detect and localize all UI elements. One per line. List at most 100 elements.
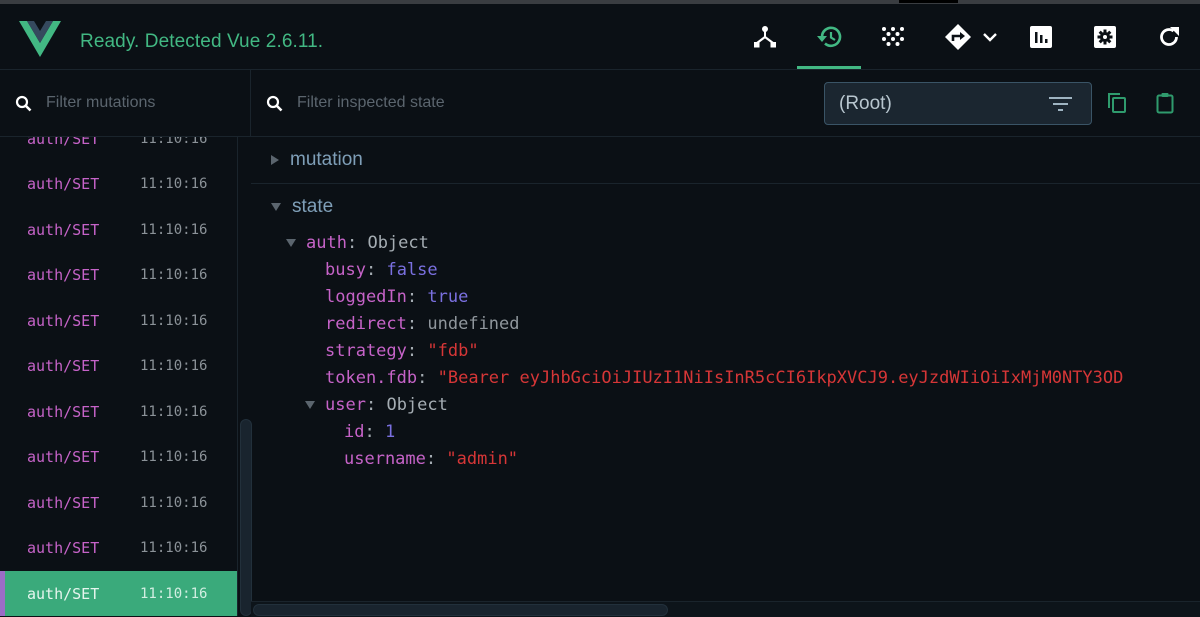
- module-select[interactable]: (Root): [824, 82, 1092, 125]
- mutation-time: 11:10:16: [140, 449, 208, 465]
- mutation-name: auth/SET: [27, 584, 100, 603]
- events-dots-icon: [882, 26, 904, 46]
- value: 1: [384, 422, 396, 442]
- module-select-value: (Root): [839, 92, 892, 114]
- colon: :: [365, 260, 377, 280]
- key: user: [325, 395, 366, 415]
- mutation-name: auth/SET: [27, 357, 100, 375]
- caret-down-icon: [271, 203, 281, 211]
- scrollbar-thumb[interactable]: [253, 604, 668, 616]
- copy-state-button[interactable]: [1107, 92, 1127, 119]
- tree-prop-id[interactable]: id: 1: [344, 419, 395, 446]
- status-text: Ready. Detected Vue 2.6.11.: [80, 31, 324, 52]
- tree-prop-username[interactable]: username: "admin": [344, 446, 518, 473]
- mutation-row[interactable]: auth/SET 11:10:16: [0, 137, 237, 161]
- vue-logo-icon: [19, 21, 61, 57]
- mutation-name: auth/SET: [27, 175, 100, 193]
- colon: :: [364, 422, 375, 442]
- window-top-strip-handle: [899, 0, 958, 3]
- tree-node-auth[interactable]: auth: Object: [286, 230, 429, 257]
- tree-prop-redirect[interactable]: redirect: undefined: [325, 311, 520, 338]
- mutation-row[interactable]: auth/SET 11:10:16: [0, 298, 237, 343]
- component-tree-icon: [754, 25, 776, 47]
- filter-inspected-state-input[interactable]: [295, 93, 699, 113]
- key: busy: [325, 260, 366, 280]
- route-sign-icon: [945, 23, 971, 50]
- chevron-down-icon: [983, 32, 997, 42]
- mutation-row[interactable]: auth/SET 11:10:16: [0, 344, 237, 389]
- mutation-list: auth/SET 11:10:16 auth/SET 11:10:16 auth/SET…: [0, 137, 237, 616]
- mutations-filter-bar: [0, 70, 250, 137]
- value: undefined: [427, 314, 520, 334]
- value: "admin": [446, 449, 519, 469]
- section-mutation-label: mutation: [290, 149, 363, 170]
- state-inspector-pane: (Root) mutation state auth: Object bu: [251, 70, 1200, 617]
- selected-marker: [0, 571, 5, 616]
- mutation-name: auth/SET: [27, 493, 100, 512]
- tab-routing[interactable]: [935, 4, 1007, 69]
- key: auth: [306, 233, 347, 253]
- filter-list-icon: [1049, 97, 1072, 111]
- key: strategy: [325, 341, 407, 361]
- colon: :: [365, 395, 377, 415]
- tree-prop-loggedin[interactable]: loggedIn: true: [325, 284, 468, 311]
- value: true: [427, 287, 469, 307]
- key: username: [344, 449, 426, 469]
- mutation-name: auth/SET: [27, 137, 100, 148]
- copy-icon: [1108, 93, 1126, 113]
- mutation-row[interactable]: auth/SET 11:10:16: [0, 526, 237, 571]
- mutation-row[interactable]: auth/SET 11:10:16: [0, 253, 237, 298]
- mutation-time: 11:10:16: [140, 176, 208, 192]
- value: false: [386, 260, 438, 280]
- refresh-button[interactable]: [1137, 4, 1200, 69]
- tree-node-user[interactable]: user: Object: [305, 392, 448, 419]
- mutation-time: 11:10:16: [140, 494, 208, 511]
- mutation-row-selected[interactable]: auth/SET 11:10:16: [0, 571, 237, 616]
- mutation-row[interactable]: auth/SET 11:10:16: [0, 207, 237, 252]
- mutation-name: auth/SET: [27, 402, 100, 421]
- tree-prop-token-fdb[interactable]: token.fdb: "Bearer eyJhbGciOiJIUzI1NiIsI…: [325, 365, 1123, 392]
- mutation-row[interactable]: auth/SET 11:10:16: [0, 480, 237, 525]
- inspector-horizontal-scrollbar[interactable]: [251, 601, 1200, 617]
- mutation-row[interactable]: auth/SET 11:10:16: [0, 162, 237, 207]
- colon: :: [425, 449, 437, 469]
- colon: :: [406, 314, 418, 334]
- tab-vuex-history[interactable]: [797, 4, 861, 69]
- paste-state-button[interactable]: [1156, 92, 1174, 119]
- search-icon: [266, 95, 283, 111]
- mutation-name: auth/SET: [27, 220, 100, 239]
- value: "fdb": [427, 341, 479, 361]
- mutation-time: 11:10:16: [140, 540, 208, 556]
- tab-components[interactable]: [733, 4, 797, 69]
- colon: :: [346, 233, 358, 253]
- mutation-time: 11:10:16: [140, 585, 208, 602]
- key: id: [344, 422, 365, 442]
- section-state-label: state: [292, 196, 334, 217]
- key: token.fdb: [325, 368, 418, 388]
- key: redirect: [325, 314, 407, 334]
- mutation-name: auth/SET: [27, 311, 100, 330]
- tab-settings[interactable]: [1073, 4, 1137, 69]
- mutation-row[interactable]: auth/SET 11:10:16: [0, 389, 237, 434]
- caret-right-icon: [271, 155, 279, 165]
- mutation-list-scrollbar[interactable]: [237, 137, 252, 616]
- tab-performance[interactable]: [1009, 4, 1073, 69]
- value: "Bearer eyJhbGciOiJIUzI1NiIsInR5cCI6IkpX…: [437, 368, 1124, 388]
- tab-events[interactable]: [861, 4, 925, 69]
- mutation-time: 11:10:16: [140, 358, 208, 374]
- devtools-header: Ready. Detected Vue 2.6.11.: [0, 4, 1200, 70]
- tree-prop-strategy[interactable]: strategy: "fdb": [325, 338, 479, 365]
- type-label: Object: [386, 395, 448, 415]
- mutations-pane: auth/SET 11:10:16 auth/SET 11:10:16 auth/SET…: [0, 70, 252, 616]
- history-icon: [817, 26, 842, 47]
- section-state[interactable]: state: [251, 184, 1200, 230]
- type-label: Object: [367, 233, 429, 253]
- mutation-row[interactable]: auth/SET 11:10:16: [0, 435, 237, 480]
- caret-down-icon: [286, 239, 296, 247]
- mutation-time: 11:10:16: [140, 312, 208, 329]
- tree-prop-busy[interactable]: busy: false: [325, 257, 438, 284]
- filter-mutations-input[interactable]: [44, 93, 228, 113]
- colon: :: [417, 368, 428, 388]
- settings-gear-icon: [1094, 25, 1116, 48]
- section-mutation[interactable]: mutation: [251, 137, 1200, 184]
